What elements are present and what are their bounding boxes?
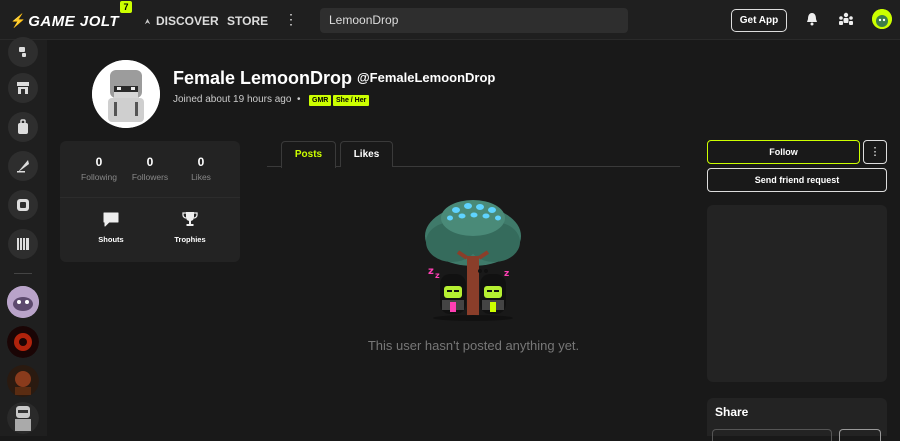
sidebar-activity-button[interactable] <box>8 37 38 67</box>
logo-text: GAME JOLT <box>28 12 120 30</box>
follow-button[interactable]: Follow <box>707 140 860 164</box>
more-menu-icon[interactable]: ⋮ <box>284 11 298 28</box>
svg-text:z: z <box>428 266 434 277</box>
svg-text:z: z <box>435 271 440 280</box>
sidebar-store-button[interactable] <box>8 73 38 103</box>
empty-feed-illustration: z z z <box>425 200 521 321</box>
profile-avatar[interactable] <box>92 60 160 128</box>
community-avatar[interactable] <box>7 286 39 318</box>
bell-icon[interactable] <box>806 12 818 26</box>
profile-display-name: Female LemoonDrop <box>173 68 353 88</box>
nav-store[interactable]: STORE <box>227 14 268 28</box>
empty-feed-message: This user hasn't posted anything yet. <box>367 338 580 353</box>
sidebar-create-button[interactable] <box>8 151 38 181</box>
stats-divider <box>60 197 240 198</box>
nav-discover-label: DISCOVER <box>156 14 219 28</box>
community-avatar[interactable] <box>7 402 39 434</box>
gamejolt-logo[interactable]: ⚡ GAME JOLT <box>10 12 119 30</box>
tab-likes[interactable]: Likes <box>340 141 393 167</box>
library-icon <box>17 238 29 250</box>
right-side-panel <box>707 205 887 382</box>
profile-username: @FemaleLemoonDrop <box>357 70 496 85</box>
trophies-label: Trophies <box>174 235 206 244</box>
community-avatar[interactable] <box>7 326 39 358</box>
tab-posts[interactable]: Posts <box>281 141 336 168</box>
separator-dot: • <box>297 94 301 105</box>
get-app-button[interactable]: Get App <box>731 9 787 32</box>
more-options-icon[interactable]: ⋮ <box>863 140 887 164</box>
sidebar-library-button[interactable] <box>8 229 38 259</box>
notification-count-badge: 7 <box>120 1 132 13</box>
shouts-label: Shouts <box>98 235 124 244</box>
pronouns-badge: She / Her <box>333 95 370 106</box>
friends-icon[interactable] <box>838 12 854 26</box>
likes-count: 0 <box>197 155 205 169</box>
shouts-link[interactable]: Shouts <box>81 211 141 244</box>
left-sidebar <box>0 37 47 436</box>
activity-icon <box>19 47 26 57</box>
likes-label: Likes <box>191 172 211 182</box>
stats-card: 0 Following 0 Followers 0 Likes Shouts T… <box>60 141 240 262</box>
share-link-field[interactable] <box>712 429 832 441</box>
share-title: Share <box>715 405 749 419</box>
sidebar-divider <box>14 273 32 274</box>
sidebar-inventory-button[interactable] <box>8 112 38 142</box>
trophy-icon <box>182 212 198 226</box>
community-avatar[interactable] <box>7 365 39 397</box>
backpack-icon <box>18 119 28 134</box>
likes-stat[interactable]: 0 Likes <box>171 155 231 182</box>
quill-icon <box>17 160 29 173</box>
share-panel: Share <box>707 398 887 441</box>
sticker-icon <box>17 199 29 211</box>
send-friend-request-button[interactable]: Send friend request <box>707 168 887 192</box>
user-avatar[interactable] <box>872 9 892 29</box>
nav-discover[interactable]: DISCOVER <box>143 14 219 28</box>
search-input[interactable]: LemoonDrop <box>320 8 628 33</box>
top-nav-bar: ⚡ GAME JOLT 7 DISCOVER STORE ⋮ LemoonDro… <box>0 0 900 40</box>
svg-text:z: z <box>504 269 509 279</box>
store-icon <box>17 82 29 94</box>
bolt-icon: ⚡ <box>10 13 27 28</box>
share-copy-button[interactable] <box>839 429 881 441</box>
compass-icon <box>144 18 151 24</box>
joined-date: Joined about 19 hours ago <box>173 94 292 105</box>
gmr-badge: GMR <box>309 95 332 106</box>
sidebar-stickers-button[interactable] <box>8 190 38 220</box>
speech-bubble-icon <box>103 212 119 227</box>
trophies-link[interactable]: Trophies <box>160 211 220 244</box>
